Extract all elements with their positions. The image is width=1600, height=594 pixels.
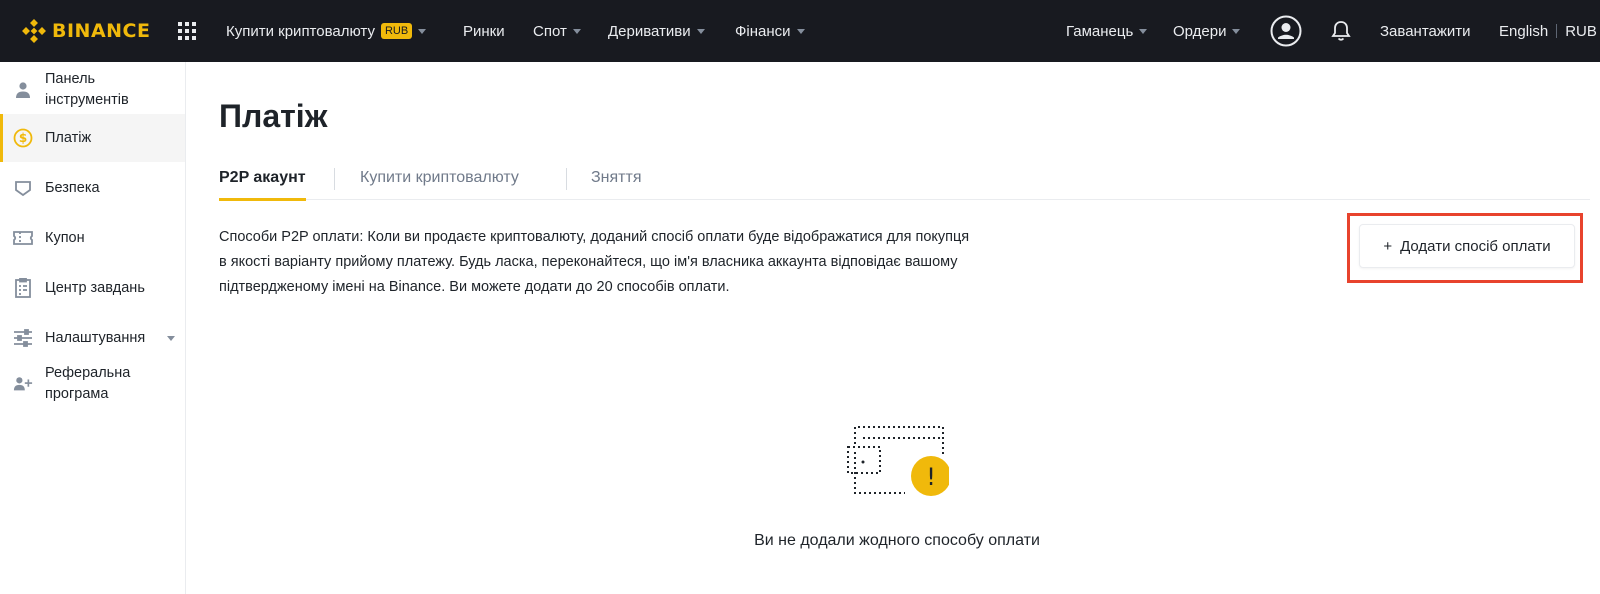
empty-state-message: Ви не додали жодного способу оплати (754, 532, 1040, 549)
sidebar: Панель інструментів $ Платіж Безпека Куп… (0, 62, 186, 594)
chevron-down-icon (1139, 28, 1148, 34)
tabs-bar: P2P акаунт Купити криптовалюту Зняття (219, 160, 1590, 201)
sidebar-item-label: Центр завдань (45, 279, 145, 296)
nav-markets-label: Ринки (463, 22, 505, 40)
sidebar-item-label: Платіж (45, 129, 92, 146)
sidebar-item-dashboard[interactable]: Панель інструментів (0, 66, 185, 114)
description-line: підтвердженому імені на Binance. Ви може… (219, 279, 730, 295)
clipboard-icon (13, 278, 33, 298)
language-label: English (1499, 22, 1549, 40)
top-navigation-bar: BINANCE Купити криптовалюту RUB Ринки Сп… (0, 0, 1600, 62)
user-icon (13, 80, 33, 100)
nav-finance[interactable]: Фінанси (735, 0, 805, 62)
logo-text: BINANCE (52, 20, 151, 42)
sidebar-item-referral[interactable]: Реферальна програма (0, 360, 185, 408)
notifications-bell-icon[interactable] (1331, 0, 1351, 62)
plus-icon: + (1383, 237, 1393, 255)
tab-p2p-account[interactable]: P2P акаунт (219, 160, 306, 201)
download-link[interactable]: Завантажити (1380, 0, 1471, 62)
svg-text:$: $ (19, 131, 27, 145)
add-payment-method-button[interactable]: + Додати спосіб оплати (1359, 224, 1575, 268)
tab-divider (566, 168, 567, 190)
apps-grid-icon[interactable] (178, 0, 196, 62)
nav-spot-label: Спот (533, 22, 567, 40)
description-line: в якості варіанту прийому платежу. Будь … (219, 254, 958, 270)
page-title: Платіж (219, 98, 328, 134)
binance-logo[interactable]: BINANCE (22, 0, 150, 62)
chevron-down-icon (167, 335, 175, 341)
tab-divider (334, 168, 335, 190)
currency-badge: RUB (380, 23, 413, 39)
chevron-down-icon (418, 28, 427, 34)
nav-wallet[interactable]: Гаманець (1066, 0, 1148, 62)
add-payment-method-label: Додати спосіб оплати (1400, 237, 1551, 255)
nav-buy-crypto[interactable]: Купити криптовалюту RUB (226, 0, 427, 62)
nav-spot[interactable]: Спот (533, 0, 581, 62)
chevron-down-icon (572, 28, 581, 34)
sidebar-item-label: Реферальна програма (45, 365, 131, 402)
nav-derivatives[interactable]: Деривативи (608, 0, 705, 62)
p2p-payment-description: Способи P2P оплати: Коли ви продаєте кри… (219, 225, 1009, 300)
currency-label: RUB (1565, 22, 1597, 40)
nav-orders[interactable]: Ордери (1173, 0, 1241, 62)
description-line: Способи P2P оплати: Коли ви продаєте кри… (219, 229, 970, 245)
nav-finance-label: Фінанси (735, 22, 791, 40)
nav-buy-crypto-label: Купити криптовалюту (226, 22, 375, 40)
sidebar-item-label: Налаштування (45, 329, 146, 346)
chevron-down-icon (696, 28, 705, 34)
sidebar-item-label: Купон (45, 229, 85, 246)
dollar-circle-icon: $ (13, 128, 33, 148)
user-plus-icon (13, 374, 33, 394)
alert-mark: ! (926, 463, 936, 491)
sidebar-item-payment[interactable]: $ Платіж (0, 114, 185, 162)
tab-buy-crypto[interactable]: Купити криптовалюту (360, 160, 519, 200)
chevron-down-icon (796, 28, 805, 34)
ticket-icon (13, 228, 33, 248)
nav-derivatives-label: Деривативи (608, 22, 691, 40)
sidebar-item-label: Панель інструментів (45, 71, 129, 108)
language-currency-selector[interactable]: English RUB (1499, 0, 1597, 62)
empty-wallet-icon: ! (845, 424, 951, 502)
divider (1556, 24, 1558, 38)
sidebar-item-coupon[interactable]: Купон (0, 214, 185, 262)
nav-orders-label: Ордери (1173, 22, 1227, 40)
nav-markets[interactable]: Ринки (463, 0, 505, 62)
shield-icon (13, 178, 33, 198)
binance-logo-icon (22, 19, 46, 43)
sliders-icon (13, 328, 33, 348)
chevron-down-icon (1232, 28, 1241, 34)
account-avatar-icon[interactable] (1270, 0, 1302, 62)
download-label: Завантажити (1380, 22, 1471, 40)
sidebar-item-settings[interactable]: Налаштування (0, 314, 185, 362)
nav-wallet-label: Гаманець (1066, 22, 1134, 40)
sidebar-item-security[interactable]: Безпека (0, 164, 185, 212)
sidebar-item-label: Безпека (45, 179, 100, 196)
tab-withdrawal[interactable]: Зняття (591, 160, 641, 200)
sidebar-item-task-center[interactable]: Центр завдань (0, 264, 185, 312)
